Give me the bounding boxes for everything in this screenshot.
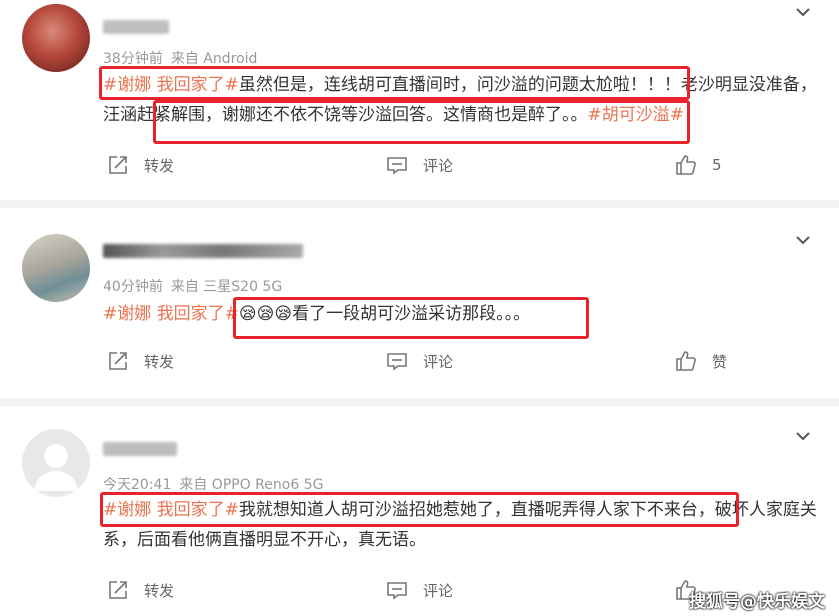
comment-source: 来自 Android xyxy=(170,51,258,67)
default-avatar-icon xyxy=(34,444,78,491)
repost-button[interactable]: 转发 xyxy=(106,153,174,177)
username-blurred[interactable] xyxy=(103,20,169,34)
separator xyxy=(0,200,839,208)
comment-card: 40分钟前 来自 三星S20 5G #谢娜 我回家了#😪😪😪看了一段胡可沙溢采访那… xyxy=(0,208,839,398)
comment-icon xyxy=(387,353,407,371)
comment-meta: 今天20:41 来自 OPPO Reno6 5G xyxy=(103,474,331,494)
comment-meta: 38分钟前 来自 Android xyxy=(103,48,265,68)
thumbs-up-icon xyxy=(676,351,696,371)
comment-source: 来自 OPPO Reno6 5G xyxy=(179,477,324,493)
comment-button[interactable]: 评论 xyxy=(385,578,453,602)
comment-button[interactable]: 评论 xyxy=(385,153,453,177)
avatar[interactable] xyxy=(22,4,90,72)
repost-button[interactable]: 转发 xyxy=(106,578,174,602)
like-button[interactable]: 赞 xyxy=(674,349,727,373)
like-button[interactable]: 5 xyxy=(674,153,722,177)
comment-card: 今天20:41 来自 OPPO Reno6 5G #谢娜 我回家了#我就想知道人胡… xyxy=(0,406,839,616)
comment-button[interactable]: 评论 xyxy=(385,349,453,373)
comment-text: #谢娜 我回家了#我就想知道人胡可沙溢招她惹她了，直播呢弄得人家下不来台，破坏人… xyxy=(103,495,818,555)
comment-card: 38分钟前 来自 Android #谢娜 我回家了#虽然但是，连线胡可直播间时，问… xyxy=(0,0,839,200)
action-bar: 转发 评论 赞 xyxy=(0,349,839,379)
topic-tag[interactable]: #谢娜 我回家了# xyxy=(103,75,239,95)
username-blurred[interactable] xyxy=(103,442,177,456)
separator xyxy=(0,398,839,406)
avatar[interactable] xyxy=(22,429,90,497)
chevron-down-icon[interactable] xyxy=(793,2,813,22)
repost-label: 转发 xyxy=(144,581,175,600)
repost-icon xyxy=(109,352,127,370)
comment-icon xyxy=(387,157,407,175)
comment-label: 评论 xyxy=(423,156,454,175)
action-bar: 转发 评论 5 xyxy=(0,153,839,183)
comment-icon xyxy=(387,582,407,600)
username-blurred[interactable] xyxy=(103,244,303,258)
repost-label: 转发 xyxy=(144,352,175,371)
topic-tag[interactable]: #胡可沙溢# xyxy=(588,105,685,125)
avatar[interactable] xyxy=(22,234,90,302)
chevron-down-icon[interactable] xyxy=(793,426,813,446)
like-label: 赞 xyxy=(712,352,728,371)
comment-time: 今天20:41 xyxy=(103,477,172,493)
topic-tag[interactable]: #谢娜 我回家了# xyxy=(103,304,239,324)
comment-time: 40分钟前 xyxy=(103,279,163,295)
repost-icon xyxy=(109,156,127,174)
topic-tag[interactable]: #谢娜 我回家了# xyxy=(103,500,239,520)
comment-text: #谢娜 我回家了#虽然但是，连线胡可直播间时，问沙溢的问题太尬啦！！！老沙明显没… xyxy=(103,70,818,130)
comment-text: #谢娜 我回家了#😪😪😪看了一段胡可沙溢采访那段。。。 xyxy=(103,299,818,329)
repost-label: 转发 xyxy=(144,156,175,175)
comment-body: 😪😪😪看了一段胡可沙溢采访那段。。。 xyxy=(238,304,531,324)
watermark: 搜狐号@快乐娱文 xyxy=(689,592,825,612)
comment-label: 评论 xyxy=(423,581,454,600)
comment-meta: 40分钟前 来自 三星S20 5G xyxy=(103,276,290,296)
chevron-down-icon[interactable] xyxy=(793,230,813,250)
like-count: 5 xyxy=(712,156,722,174)
repost-icon xyxy=(109,581,127,599)
repost-button[interactable]: 转发 xyxy=(106,349,174,373)
comment-time: 38分钟前 xyxy=(103,51,163,67)
thumbs-up-icon xyxy=(676,155,696,175)
comment-label: 评论 xyxy=(423,352,454,371)
comment-source: 来自 三星S20 5G xyxy=(170,279,283,295)
